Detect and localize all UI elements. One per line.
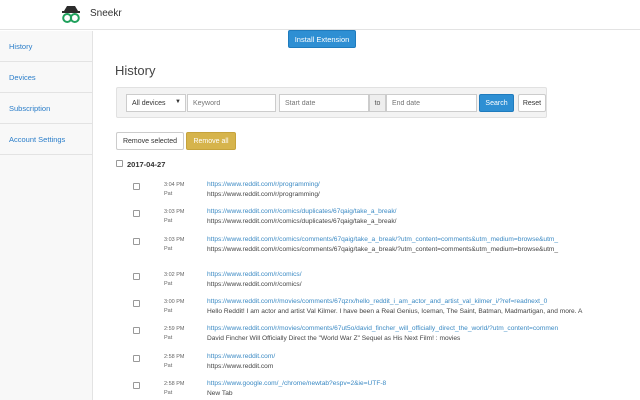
entry-checkbox[interactable] xyxy=(133,300,140,307)
entry-time: 2:59 PM xyxy=(164,326,185,332)
brand-name: Sneekr xyxy=(90,8,122,19)
chevron-down-icon: ▼ xyxy=(175,99,181,105)
entry-device: Pat xyxy=(164,363,173,369)
entry-device: Pat xyxy=(164,390,173,396)
history-entry: 3:00 PM Pat https://www.reddit.com/r/mov… xyxy=(116,297,626,323)
entry-device: Pat xyxy=(164,335,173,341)
sidebar-item-history[interactable]: History xyxy=(0,31,92,62)
entry-device: Pat xyxy=(164,246,173,252)
entry-time: 3:04 PM xyxy=(164,182,185,188)
remove-all-button[interactable]: Remove all xyxy=(186,132,236,150)
entry-page-title: https://www.reddit.com/r/comics/duplicat… xyxy=(207,218,397,225)
reset-button[interactable]: Reset xyxy=(518,94,546,112)
entry-device: Pat xyxy=(164,191,173,197)
history-entry: 2:58 PM Pat https://www.google.com/_/chr… xyxy=(116,379,626,400)
entry-checkbox[interactable] xyxy=(133,210,140,217)
history-entry: 3:03 PM Pat https://www.reddit.com/r/com… xyxy=(116,207,626,233)
entry-time: 3:03 PM xyxy=(164,209,185,215)
sidebar-item-account-settings[interactable]: Account Settings xyxy=(0,124,92,155)
entry-page-title: New Tab xyxy=(207,390,233,397)
device-select[interactable]: All devices ▼ xyxy=(126,94,186,112)
entry-url-link[interactable]: https://www.reddit.com/r/comics/duplicat… xyxy=(207,208,623,215)
entry-checkbox[interactable] xyxy=(133,355,140,362)
entry-page-title: https://www.reddit.com/r/comics/ xyxy=(207,281,302,288)
keyword-input[interactable] xyxy=(187,94,276,112)
entry-url-link[interactable]: https://www.reddit.com/r/movies/comments… xyxy=(207,298,623,305)
entry-checkbox[interactable] xyxy=(133,273,140,280)
history-entry: 3:04 PM Pat https://www.reddit.com/r/pro… xyxy=(116,180,626,206)
entry-device: Pat xyxy=(164,281,173,287)
sidebar-item-subscription[interactable]: Subscription xyxy=(0,93,92,124)
entry-url-link[interactable]: https://www.reddit.com/r/movies/comments… xyxy=(207,325,623,332)
entry-device: Pat xyxy=(164,308,173,314)
history-entry: 3:03 PM Pat https://www.reddit.com/r/com… xyxy=(116,235,626,261)
select-date-group-checkbox[interactable] xyxy=(116,160,123,167)
filter-panel: All devices ▼ to Search Reset xyxy=(116,87,547,118)
entry-checkbox[interactable] xyxy=(133,327,140,334)
top-bar: Sneekr xyxy=(0,0,640,30)
entry-page-title: https://www.reddit.com/r/comics/comments… xyxy=(207,246,559,253)
date-group-label: 2017-04-27 xyxy=(127,160,166,169)
entry-url-link[interactable]: https://www.reddit.com/r/programming/ xyxy=(207,181,623,188)
history-entry: 3:02 PM Pat https://www.reddit.com/r/com… xyxy=(116,270,626,296)
sidebar: History Devices Subscription Account Set… xyxy=(0,31,93,400)
entry-checkbox[interactable] xyxy=(133,382,140,389)
sidebar-item-devices[interactable]: Devices xyxy=(0,62,92,93)
entry-url-link[interactable]: https://www.reddit.com/r/comics/comments… xyxy=(207,236,623,243)
entry-url-link[interactable]: https://www.reddit.com/r/comics/ xyxy=(207,271,623,278)
entry-page-title: David Fincher Will Officially Direct the… xyxy=(207,335,461,342)
entry-device: Pat xyxy=(164,218,173,224)
entry-url-link[interactable]: https://www.google.com/_/chrome/newtab?e… xyxy=(207,380,623,387)
remove-selected-button[interactable]: Remove selected xyxy=(116,132,184,150)
entry-checkbox[interactable] xyxy=(133,183,140,190)
page-title: History xyxy=(115,63,156,78)
sneekr-logo-icon xyxy=(62,6,80,23)
device-select-value: All devices xyxy=(132,99,166,107)
entry-url-link[interactable]: https://www.reddit.com/ xyxy=(207,353,623,360)
install-extension-button[interactable]: Install Extension xyxy=(288,30,356,48)
entry-time: 3:02 PM xyxy=(164,272,185,278)
history-entry: 2:59 PM Pat https://www.reddit.com/r/mov… xyxy=(116,324,626,350)
entry-time: 3:03 PM xyxy=(164,237,185,243)
entry-page-title: Hello Reddit! I am actor and artist Val … xyxy=(207,308,583,315)
entry-page-title: https://www.reddit.com xyxy=(207,363,274,370)
entry-checkbox[interactable] xyxy=(133,238,140,245)
search-button[interactable]: Search xyxy=(479,94,514,112)
end-date-input[interactable] xyxy=(386,94,477,112)
history-entry: 2:58 PM Pat https://www.reddit.com/ http… xyxy=(116,352,626,378)
date-range-separator: to xyxy=(369,94,386,112)
entry-page-title: https://www.reddit.com/r/programming/ xyxy=(207,191,320,198)
entry-time: 2:58 PM xyxy=(164,381,185,387)
entry-time: 3:00 PM xyxy=(164,299,185,305)
start-date-input[interactable] xyxy=(279,94,369,112)
entry-time: 2:58 PM xyxy=(164,354,185,360)
